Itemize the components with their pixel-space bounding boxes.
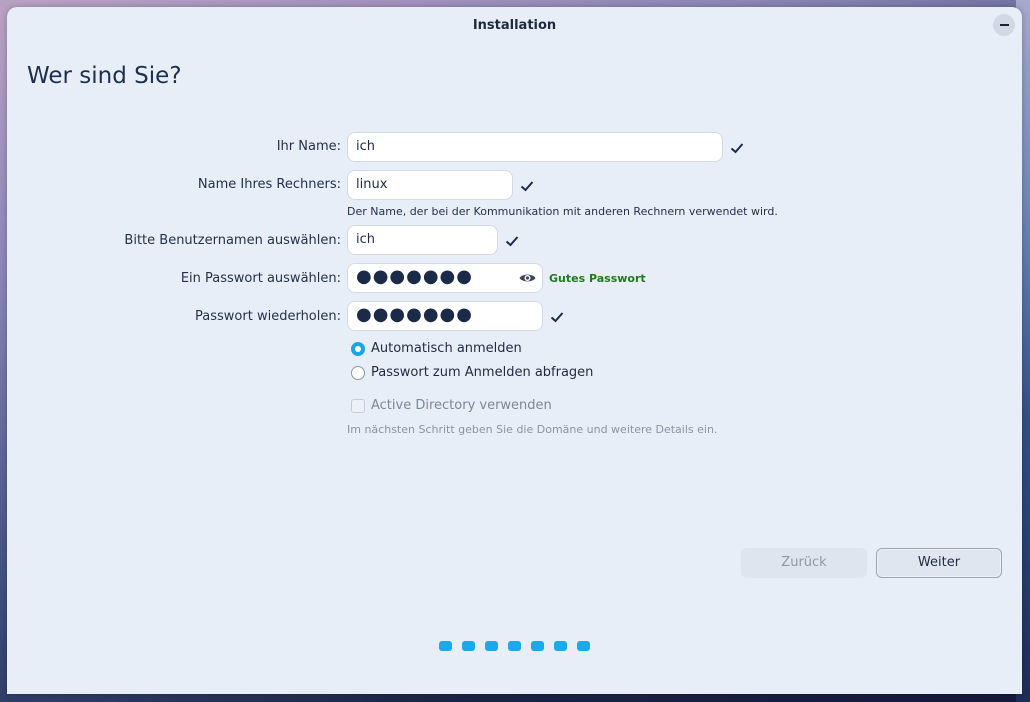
checkmark-icon bbox=[505, 236, 519, 247]
username-input[interactable]: ich bbox=[347, 225, 498, 255]
back-button[interactable]: Zurück bbox=[741, 548, 867, 578]
active-directory-checkbox[interactable] bbox=[351, 399, 365, 413]
computer-name-hint: Der Name, der bei der Kommunikation mit … bbox=[347, 205, 778, 218]
computer-name-label: Name Ihres Rechners: bbox=[197, 177, 341, 192]
show-password-eye-icon[interactable] bbox=[519, 272, 536, 284]
auto-login-radio[interactable] bbox=[351, 342, 365, 356]
active-directory-label[interactable]: Active Directory verwenden bbox=[371, 398, 552, 413]
password-repeat-input[interactable]: ●●●●●●● bbox=[347, 301, 543, 331]
name-input[interactable]: ich bbox=[347, 132, 723, 162]
password-input[interactable]: ●●●●●●● bbox=[347, 263, 543, 293]
progress-step bbox=[508, 641, 521, 651]
password-repeat-label: Passwort wiederholen: bbox=[195, 309, 341, 324]
minimize-icon bbox=[999, 24, 1009, 26]
active-directory-hint: Im nächsten Schritt geben Sie die Domäne… bbox=[347, 423, 718, 436]
ask-password-radio[interactable] bbox=[351, 366, 365, 380]
checkmark-icon bbox=[550, 312, 564, 323]
ask-password-label[interactable]: Passwort zum Anmelden abfragen bbox=[371, 365, 593, 380]
checkmark-icon bbox=[730, 143, 744, 154]
username-label: Bitte Benutzernamen auswählen: bbox=[124, 233, 341, 248]
page-title: Wer sind Sie? bbox=[27, 63, 182, 89]
computer-name-input[interactable]: linux bbox=[347, 170, 513, 200]
progress-step bbox=[485, 641, 498, 651]
next-button[interactable]: Weiter bbox=[876, 548, 1002, 578]
password-strength-label: Gutes Passwort bbox=[549, 272, 646, 285]
title-bar: Installation bbox=[7, 7, 1022, 41]
window-title: Installation bbox=[472, 18, 557, 33]
installer-window: Installation Wer sind Sie? Ihr Name: ich… bbox=[7, 7, 1022, 694]
progress-step bbox=[577, 641, 590, 651]
minimize-button[interactable] bbox=[993, 14, 1015, 36]
password-repeat-mask: ●●●●●●● bbox=[356, 304, 473, 325]
password-label: Ein Passwort auswählen: bbox=[180, 271, 341, 286]
password-mask: ●●●●●●● bbox=[356, 266, 473, 287]
auto-login-label[interactable]: Automatisch anmelden bbox=[371, 341, 522, 356]
progress-step bbox=[554, 641, 567, 651]
progress-step bbox=[462, 641, 475, 651]
checkmark-icon bbox=[520, 181, 534, 192]
progress-step bbox=[439, 641, 452, 651]
name-label: Ihr Name: bbox=[276, 139, 341, 154]
progress-step bbox=[531, 641, 544, 651]
